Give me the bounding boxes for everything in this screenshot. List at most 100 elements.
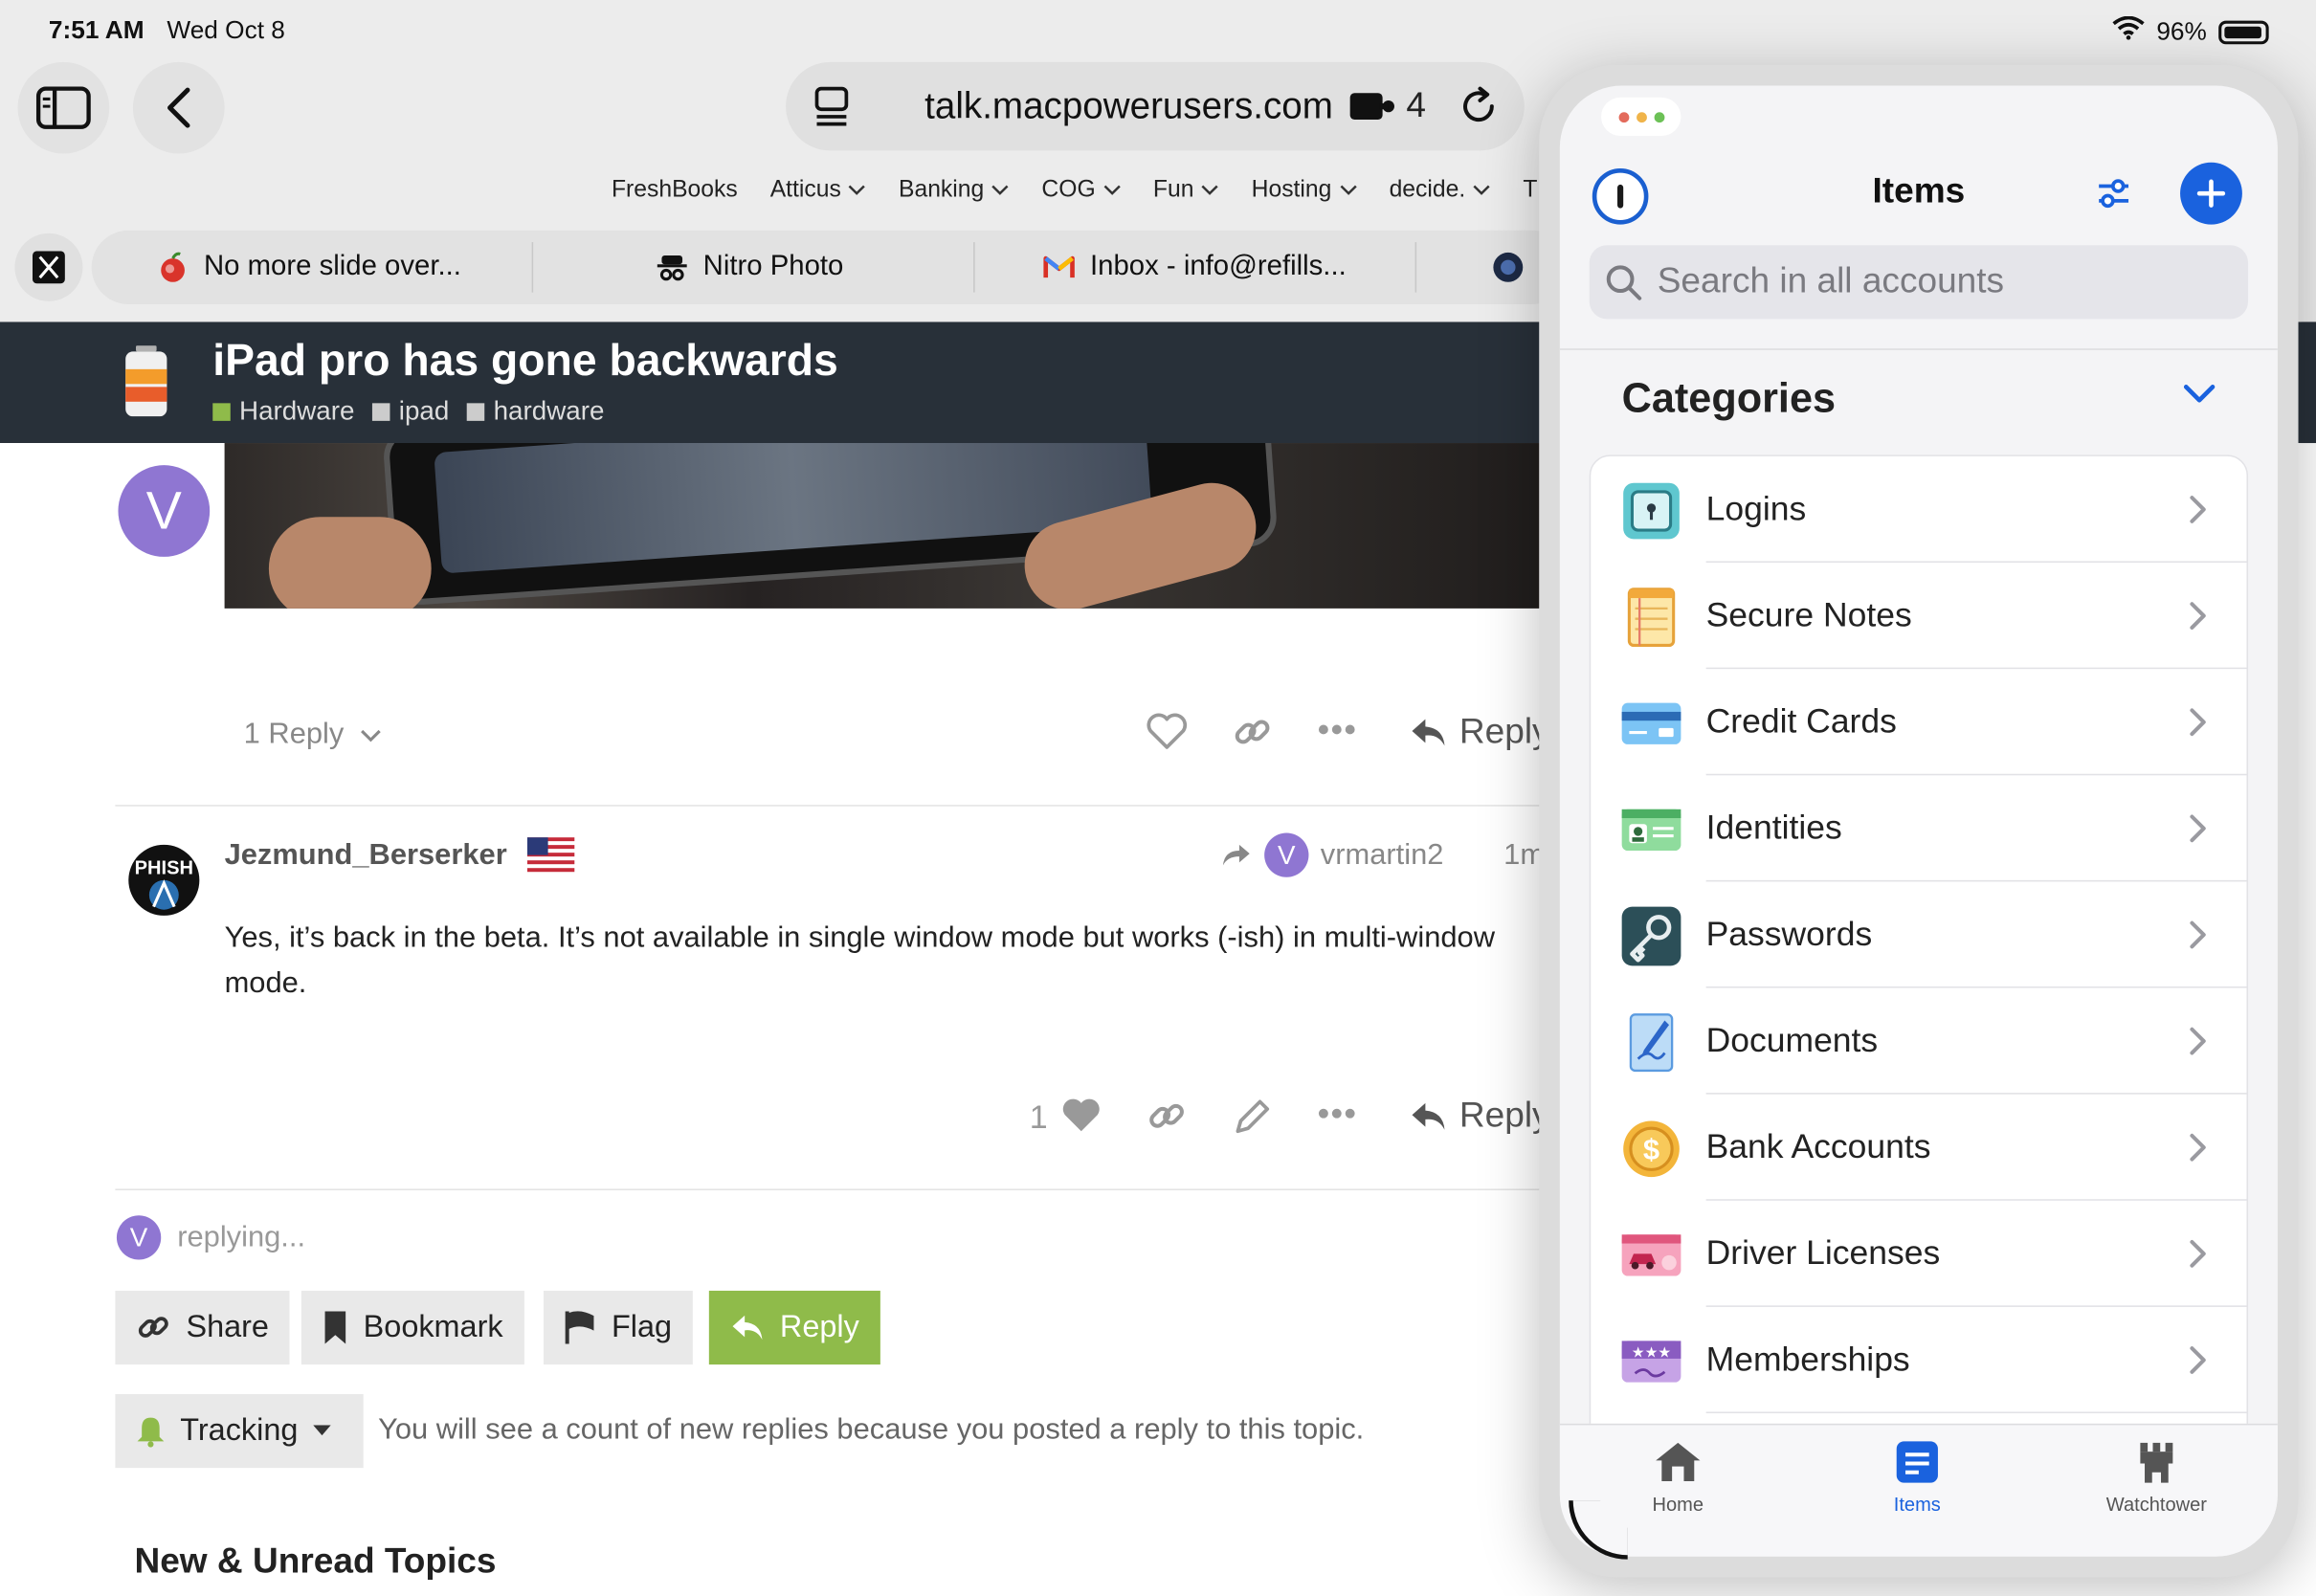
- battery-icon: [2218, 19, 2269, 44]
- bookmark-folder-cog[interactable]: COG: [1041, 177, 1121, 204]
- car-license-icon: [1621, 1234, 1681, 1276]
- window-controls[interactable]: [1601, 97, 1681, 136]
- ellipsis-icon: [1318, 724, 1355, 735]
- reply-arrow-icon: [732, 1315, 763, 1341]
- copy-link-button[interactable]: [1147, 1096, 1188, 1137]
- tag-hardware[interactable]: hardware: [466, 396, 604, 427]
- categories-collapse-button[interactable]: [2183, 384, 2216, 411]
- bookmark-folder-atticus[interactable]: Atticus: [770, 177, 866, 204]
- bookmark-folder-banking[interactable]: Banking: [899, 177, 1009, 204]
- url-text: talk.macpowerusers.com: [924, 85, 1333, 127]
- chevron-right-icon: [2190, 1346, 2206, 1374]
- chevron-down-icon: [1201, 185, 1219, 195]
- page-menu-icon[interactable]: [813, 86, 851, 135]
- chevron-down-icon: [1103, 185, 1121, 195]
- gmail-icon: [1043, 255, 1075, 278]
- apple-favicon-icon: [161, 252, 185, 282]
- address-bar[interactable]: talk.macpowerusers.com 4: [786, 61, 1525, 151]
- more-options-button[interactable]: [1318, 723, 1356, 735]
- chevron-right-icon: [2190, 1027, 2206, 1055]
- reply-to-indicator[interactable]: V vrmartin2: [1220, 832, 1443, 877]
- category-logins[interactable]: Logins: [1591, 456, 2247, 564]
- topic-title[interactable]: iPad pro has gone backwards: [212, 337, 838, 387]
- coin-icon: $: [1623, 1120, 1680, 1178]
- link-icon: [1149, 1103, 1184, 1128]
- notification-level-dropdown[interactable]: Tracking: [115, 1393, 364, 1469]
- bookmark-button[interactable]: Bookmark: [301, 1290, 524, 1365]
- category-list: Logins Secure Notes Credit Cards Identit…: [1589, 454, 2249, 1459]
- chevron-right-icon: [2190, 708, 2206, 737]
- tab-nitro-photo[interactable]: Nitro Photo: [656, 231, 843, 304]
- tab-partial[interactable]: [1492, 231, 1525, 304]
- categories-heading[interactable]: Categories: [1622, 375, 1836, 422]
- sidebar-toggle-button[interactable]: [17, 61, 110, 154]
- category-documents[interactable]: Documents: [1591, 988, 2247, 1095]
- category-secure-notes[interactable]: Secure Notes: [1591, 563, 2247, 670]
- category-passwords[interactable]: Passwords: [1591, 881, 2247, 988]
- chevron-down-icon: [1473, 185, 1490, 195]
- status-right: 96%: [2112, 15, 2269, 47]
- post-age[interactable]: 1m: [1503, 839, 1544, 873]
- filter-button[interactable]: [2095, 174, 2133, 220]
- extensions-button[interactable]: 4: [1347, 86, 1426, 127]
- category-identities[interactable]: Identities: [1591, 775, 2247, 882]
- site-logo-icon[interactable]: [124, 345, 168, 424]
- reload-icon[interactable]: [1458, 86, 1499, 135]
- replying-status: replying...: [177, 1221, 306, 1254]
- category-bank-accounts[interactable]: $ Bank Accounts: [1591, 1095, 2247, 1201]
- status-time: 7:51 AM: [48, 15, 145, 45]
- post-author[interactable]: Jezmund_Berserker: [225, 839, 507, 873]
- us-flag-icon: [526, 837, 575, 880]
- category-badge-hardware[interactable]: Hardware: [212, 396, 354, 427]
- reply-button[interactable]: Reply: [708, 1290, 880, 1365]
- replies-toggle[interactable]: 1 Reply: [244, 718, 383, 751]
- sidebar-icon: [35, 86, 91, 129]
- tag-ipad[interactable]: ipad: [371, 396, 449, 427]
- search-icon: [1606, 265, 1642, 300]
- composer-avatar: V: [116, 1215, 162, 1260]
- bookmark-truncated[interactable]: T: [1523, 177, 1537, 204]
- bookmark-freshbooks[interactable]: FreshBooks: [612, 177, 738, 204]
- back-button[interactable]: [132, 61, 225, 154]
- items-title: Items: [1872, 171, 1966, 211]
- like-count[interactable]: 1: [1030, 1098, 1048, 1137]
- like-button[interactable]: [1147, 712, 1188, 750]
- search-placeholder: Search in all accounts: [1657, 261, 2005, 301]
- topic-content: V 1 Reply Reply PHISH Jezmund_Berserker …: [0, 443, 1544, 1596]
- document-pen-icon: [1629, 1013, 1674, 1073]
- tracking-reason: You will see a count of new replies beca…: [378, 1413, 1365, 1446]
- chevron-right-icon: [2190, 1133, 2206, 1162]
- bookmark-folder-hosting[interactable]: Hosting: [1252, 177, 1357, 204]
- tab-x-pinned[interactable]: [14, 233, 83, 301]
- edit-button[interactable]: [1232, 1096, 1273, 1137]
- tab-strip: No more slide over... Nitro Photo Inbox …: [91, 230, 1570, 304]
- category-memberships[interactable]: ★★★ Memberships: [1591, 1307, 2247, 1414]
- share-arrow-icon: [1222, 844, 1250, 866]
- share-button[interactable]: Share: [115, 1290, 290, 1365]
- add-item-button[interactable]: [2180, 162, 2242, 225]
- tab-inbox[interactable]: Inbox - info@refills...: [1043, 231, 1347, 304]
- bookmark-folder-decide[interactable]: decide.: [1390, 177, 1491, 204]
- category-credit-cards[interactable]: Credit Cards: [1591, 669, 2247, 776]
- avatar[interactable]: V: [118, 465, 211, 557]
- category-driver-licenses[interactable]: Driver Licenses: [1591, 1201, 2247, 1307]
- tab-watchtower[interactable]: Watchtower: [2068, 1440, 2245, 1516]
- flag-button[interactable]: Flag: [543, 1290, 693, 1365]
- svg-text:PHISH: PHISH: [135, 858, 193, 879]
- id-card-icon: [1621, 809, 1681, 851]
- pencil-icon: [1236, 1099, 1270, 1134]
- like-button[interactable]: [1060, 1096, 1102, 1134]
- tab-no-more-slide-over[interactable]: No more slide over...: [157, 231, 461, 304]
- more-options-button[interactable]: [1318, 1108, 1356, 1119]
- bookmark-folder-fun[interactable]: Fun: [1153, 177, 1219, 204]
- phish-avatar[interactable]: PHISH: [127, 842, 201, 919]
- key-icon: [1621, 906, 1681, 966]
- post-image[interactable]: [224, 443, 1544, 609]
- tab-items[interactable]: Items: [1829, 1440, 2006, 1516]
- post2-reply-button[interactable]: Reply: [1409, 1096, 1544, 1137]
- items-list-icon: [1896, 1441, 1938, 1483]
- post1-reply-button[interactable]: Reply: [1409, 712, 1544, 753]
- topic-categories: Hardware ipad hardware: [212, 396, 604, 427]
- copy-link-button[interactable]: [1232, 712, 1273, 753]
- search-field[interactable]: Search in all accounts: [1589, 245, 2249, 320]
